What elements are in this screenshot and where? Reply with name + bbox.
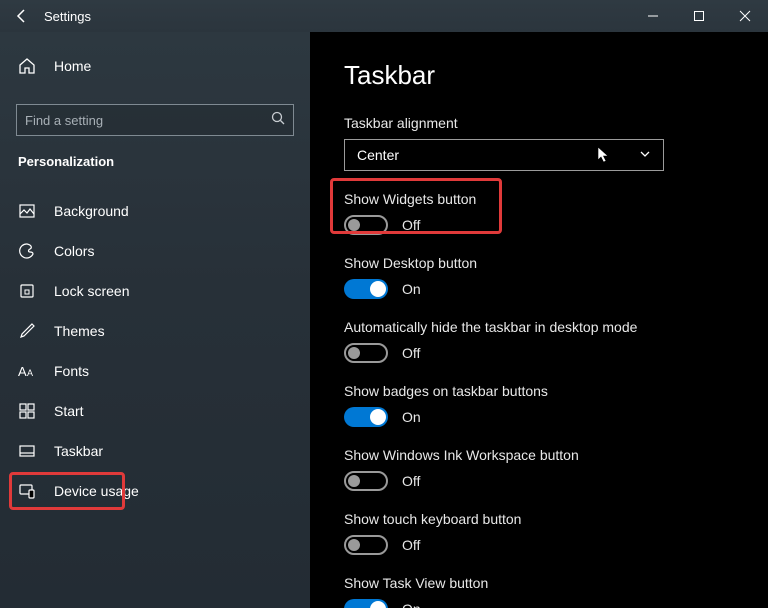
toggle-row: On [344,279,734,299]
setting-row: Show Windows Ink Workspace button Off [344,447,734,491]
sidebar-item-start[interactable]: Start [0,391,310,431]
brush-icon [18,322,36,340]
toggle-row: Off [344,215,734,235]
sidebar-item-themes[interactable]: Themes [0,311,310,351]
sidebar-item-label: Background [54,203,129,219]
sidebar-item-label: Start [54,403,84,419]
font-icon: AA [18,362,36,380]
page-title: Taskbar [344,60,734,91]
setting-label: Show touch keyboard button [344,511,734,527]
grid-icon [18,402,36,420]
toggle-state-label: Off [402,345,420,361]
maximize-button[interactable] [676,0,722,32]
sidebar-item-lockscreen[interactable]: Lock screen [0,271,310,311]
setting-row: Show Task View button On [344,575,734,608]
toggle-row: On [344,599,734,608]
setting-label: Automatically hide the taskbar in deskto… [344,319,734,335]
alignment-dropdown[interactable]: Center [344,139,664,171]
toggle-row: Off [344,471,734,491]
sidebar-item-label: Fonts [54,363,89,379]
content: Taskbar Taskbar alignment Center Show Wi… [310,32,768,608]
minimize-button[interactable] [630,0,676,32]
setting-label: Show badges on taskbar buttons [344,383,734,399]
search-icon [271,111,285,130]
sidebar-item-label: Themes [54,323,105,339]
sidebar-item-background[interactable]: Background [0,191,310,231]
device-icon [18,482,36,500]
setting-row: Show Widgets button Off [344,191,734,235]
toggle-switch[interactable] [344,343,388,363]
window-controls [630,0,768,32]
setting-label: Show Desktop button [344,255,734,271]
toggle-state-label: Off [402,473,420,489]
toggle-switch[interactable] [344,535,388,555]
setting-row: Show touch keyboard button Off [344,511,734,555]
picture-icon [18,202,36,220]
search-box[interactable] [16,104,294,136]
toggle-state-label: On [402,281,421,297]
section-header: Personalization [0,154,310,181]
toggle-switch[interactable] [344,215,388,235]
toggle-state-label: Off [402,217,420,233]
taskbar-icon [18,442,36,460]
toggle-settings-list: Show Widgets button Off Show Desktop butto… [344,191,734,608]
chevron-down-icon [639,147,651,163]
svg-text:A: A [27,368,33,378]
sidebar: Home Personalization Background Colors [0,32,310,608]
sidebar-item-deviceusage[interactable]: Device usage [0,471,310,511]
sidebar-item-fonts[interactable]: AA Fonts [0,351,310,391]
sidebar-item-label: Taskbar [54,443,103,459]
toggle-state-label: On [402,409,421,425]
setting-label: Show Widgets button [344,191,734,207]
toggle-row: Off [344,343,734,363]
setting-label: Show Task View button [344,575,734,591]
sidebar-item-label: Device usage [54,483,139,499]
body: Home Personalization Background Colors [0,32,768,608]
home-icon [18,57,36,75]
setting-row: Show Desktop button On [344,255,734,299]
nav-list: Background Colors Lock screen Themes AA … [0,191,310,511]
home-nav[interactable]: Home [0,46,310,86]
alignment-label: Taskbar alignment [344,115,734,131]
setting-row: Show badges on taskbar buttons On [344,383,734,427]
toggle-row: On [344,407,734,427]
setting-row: Automatically hide the taskbar in deskto… [344,319,734,363]
close-button[interactable] [722,0,768,32]
titlebar-title: Settings [44,9,91,24]
toggle-row: Off [344,535,734,555]
sidebar-item-label: Lock screen [54,283,129,299]
settings-window: Settings Home Personalization [0,0,768,608]
arrow-left-icon [14,8,30,24]
toggle-switch[interactable] [344,471,388,491]
home-label: Home [54,58,91,74]
toggle-switch[interactable] [344,279,388,299]
lock-icon [18,282,36,300]
palette-icon [18,242,36,260]
sidebar-item-colors[interactable]: Colors [0,231,310,271]
toggle-switch[interactable] [344,599,388,608]
cursor-icon [597,146,611,167]
toggle-state-label: On [402,601,421,608]
search-input[interactable] [25,113,271,128]
dropdown-value: Center [357,147,399,163]
sidebar-item-label: Colors [54,243,94,259]
toggle-switch[interactable] [344,407,388,427]
sidebar-item-taskbar[interactable]: Taskbar [0,431,310,471]
back-button[interactable] [0,0,44,32]
toggle-state-label: Off [402,537,420,553]
titlebar: Settings [0,0,768,32]
svg-text:A: A [18,364,27,379]
setting-label: Show Windows Ink Workspace button [344,447,734,463]
